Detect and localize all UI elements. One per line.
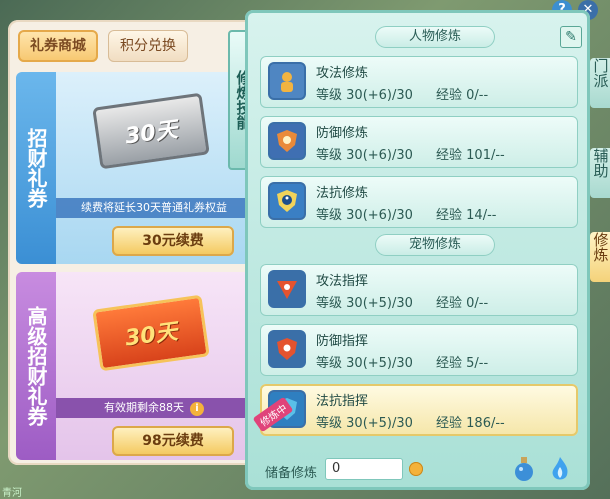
row-name: 法抗指挥 [316, 394, 369, 409]
row-name: 防御修炼 [316, 126, 369, 141]
row-level: 等级 30(+5)/30 [316, 416, 413, 431]
row-level: 等级 30(+5)/30 [316, 296, 413, 311]
location-text: 青河 [2, 488, 22, 499]
row-exp: 经验 101/-- [436, 148, 505, 163]
gold-ticket-image: 30天 [92, 294, 210, 372]
row-level: 等级 30(+6)/30 [316, 88, 413, 103]
tab-coupon-shop[interactable]: 礼券商城 [18, 30, 98, 62]
cultivation-row[interactable]: 防御指挥 等级 30(+5)/30 经验 5/-- [260, 324, 578, 376]
row-exp: 经验 0/-- [436, 88, 489, 103]
row-exp: 经验 14/-- [436, 208, 497, 223]
row-exp: 经验 186/-- [436, 416, 505, 431]
coin-icon[interactable] [409, 462, 423, 476]
paw-attack-icon [268, 270, 306, 308]
reserve-field: 0 [325, 458, 403, 480]
pet-cultivation-title: 宠物修炼 [375, 234, 495, 256]
person-cultivation-title: 人物修炼 [375, 26, 495, 48]
edit-icon[interactable]: ✎ [560, 26, 582, 48]
potion-icon[interactable] [511, 454, 537, 484]
cultivation-row[interactable]: 防御修炼 等级 30(+6)/30 经验 101/-- [260, 116, 578, 168]
row-level: 等级 30(+5)/30 [316, 356, 413, 371]
silver-ticket-image: 30天 [92, 92, 210, 170]
cultivation-row[interactable]: 攻法修炼 等级 30(+6)/30 经验 0/-- [260, 56, 578, 108]
row-level: 等级 30(+6)/30 [316, 208, 413, 223]
paw-shield-icon [268, 330, 306, 368]
row-name: 攻法指挥 [316, 274, 369, 289]
row-name: 防御指挥 [316, 334, 369, 349]
validity-note: 有效期剩余88天 i [56, 398, 252, 418]
card-side-label: 高级招财礼券 [16, 272, 56, 460]
cultivation-row[interactable]: 攻法指挥 等级 30(+5)/30 经验 0/-- [260, 264, 578, 316]
tab-sect[interactable]: 门派 [590, 58, 610, 108]
row-name: 法抗修炼 [316, 186, 369, 201]
coupon-shop-panel: 礼券商城 积分兑换 招财礼券 30天 续费将延长30天普通礼券权益 30元续费 … [8, 20, 258, 465]
row-exp: 经验 5/-- [436, 356, 489, 371]
reserve-label: 储备修炼 [265, 466, 318, 481]
tab-assist[interactable]: 辅助 [590, 148, 610, 198]
cultivation-row[interactable]: 法抗修炼 等级 30(+6)/30 经验 14/-- [260, 176, 578, 228]
renew-98-button[interactable]: 98元续费 [112, 426, 234, 456]
renew-note: 续费将延长30天普通礼券权益 [56, 198, 252, 218]
taiji-shield-icon [268, 182, 306, 220]
cultivation-row-active[interactable]: 修炼中 法抗指挥 等级 30(+5)/30 经验 186/-- [252, 384, 578, 436]
row-exp: 经验 0/-- [436, 296, 489, 311]
fist-icon [268, 62, 306, 100]
row-name: 攻法修炼 [316, 66, 369, 81]
row-level: 等级 30(+6)/30 [316, 148, 413, 163]
renew-30-button[interactable]: 30元续费 [112, 226, 234, 256]
tab-points-exchange[interactable]: 积分兑换 [108, 30, 188, 62]
cultivation-panel: ✎ 人物修炼 攻法修炼 等级 30(+6)/30 经验 0/-- 防御修炼 等级… [245, 10, 590, 490]
premium-coupon-card: 高级招财礼券 30天 有效期剩余88天 i 98元续费 [16, 272, 252, 460]
fortune-coupon-card: 招财礼券 30天 续费将延长30天普通礼券权益 30元续费 [16, 72, 252, 264]
flame-icon[interactable] [547, 454, 573, 484]
tab-cultivation[interactable]: 修炼 [590, 232, 610, 282]
info-icon[interactable]: i [190, 402, 204, 416]
card-side-label: 招财礼券 [16, 72, 56, 264]
shield-icon [268, 122, 306, 160]
